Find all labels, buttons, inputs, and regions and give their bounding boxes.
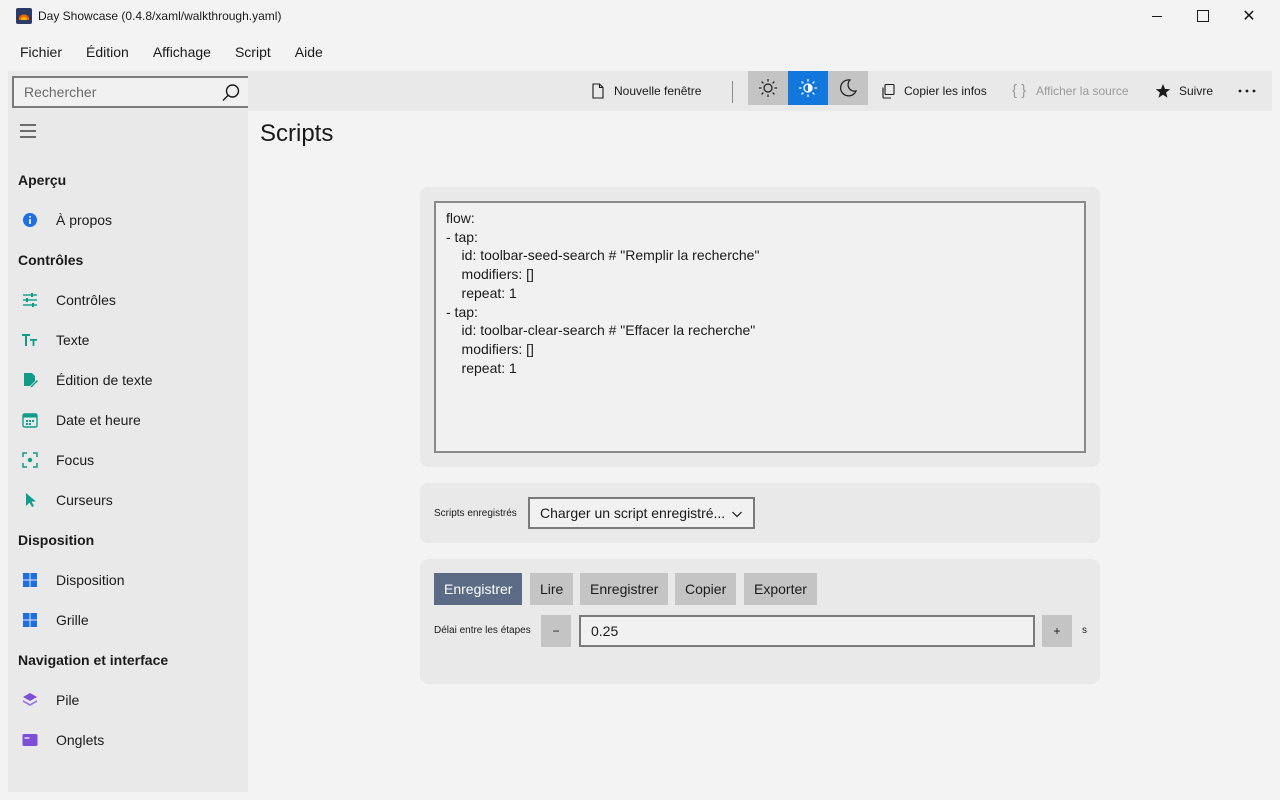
delay-unit-label: s (1082, 625, 1087, 636)
cursor-icon (26, 493, 36, 507)
export-button[interactable]: Exporter (744, 573, 817, 605)
saved-scripts-selected: Charger un script enregistré... (540, 505, 726, 521)
menu-bar: Fichier Édition Affichage Script Aide (0, 36, 335, 68)
play-button[interactable]: Lire (530, 573, 574, 605)
tabs-icon (22, 734, 38, 746)
star-icon (1155, 84, 1171, 98)
sidebar-item-label: Focus (56, 452, 95, 468)
nav-section-apercu: Aperçu (18, 172, 67, 188)
search-input[interactable] (14, 78, 214, 106)
show-source-button[interactable]: { } Afficher la source (1012, 71, 1129, 111)
brightness-auto-icon (799, 79, 817, 97)
sidebar-item-onglets[interactable]: Onglets (8, 724, 248, 756)
hamburger-menu-icon[interactable] (18, 121, 38, 141)
nav-section-navigation: Navigation et interface (18, 652, 169, 668)
page-title: Scripts (260, 120, 334, 147)
delay-decrement-button[interactable]: − (541, 615, 571, 647)
info-icon (23, 213, 37, 227)
menu-fichier[interactable]: Fichier (8, 36, 74, 68)
sun-icon (759, 79, 777, 97)
menu-script[interactable]: Script (223, 36, 283, 68)
sidebar-item-label: Texte (56, 332, 90, 348)
copy-icon (882, 83, 895, 99)
saved-scripts-dropdown[interactable]: Charger un script enregistré... (528, 497, 755, 529)
save-button[interactable]: Enregistrer (580, 573, 669, 605)
copy-button[interactable]: Copier (675, 573, 737, 605)
minimize-button[interactable] (1134, 0, 1180, 32)
close-button[interactable]: ✕ (1226, 0, 1272, 32)
theme-auto-button[interactable] (788, 71, 828, 105)
more-icon (1238, 89, 1256, 93)
sliders-icon (23, 293, 37, 307)
sidebar-item-label: Curseurs (56, 492, 113, 508)
delay-field (579, 615, 1035, 647)
menu-aide[interactable]: Aide (283, 36, 335, 68)
nav-section-disposition: Disposition (18, 532, 95, 548)
script-editor[interactable]: flow: - tap: id: toolbar-seed-search # "… (434, 201, 1086, 453)
delay-label: Délai entre les étapes (434, 625, 531, 636)
toolbar: Nouvelle fenêtre Copier les infos {} Af… (248, 71, 1272, 111)
code-braces-icon: { } (1012, 82, 1027, 99)
sidebar-item-label: Date et heure (56, 412, 141, 428)
sidebar: Aperçu À propos Contrôles Contrôles Text… (8, 71, 251, 792)
actions-card: Enregistrer Lire Enregistrer Copier Expo… (420, 559, 1100, 684)
chevron-down-icon (732, 511, 742, 518)
sidebar-item-curseurs[interactable]: Curseurs (8, 484, 248, 516)
theme-light-button[interactable] (748, 71, 788, 105)
sidebar-item-disposition[interactable]: Disposition (8, 564, 248, 596)
sidebar-item-label: Édition de texte (56, 372, 153, 388)
grid-icon (23, 613, 37, 627)
sidebar-item-controles[interactable]: Contrôles (8, 284, 248, 316)
layout-icon (23, 573, 37, 587)
sidebar-item-label: Grille (56, 612, 89, 628)
follow-label: Suivre (1179, 84, 1214, 98)
sidebar-item-pile[interactable]: Pile (8, 684, 248, 716)
sidebar-item-date-et-heure[interactable]: Date et heure (8, 404, 248, 436)
sidebar-item-label: Disposition (56, 572, 125, 588)
script-editor-card: flow: - tap: id: toolbar-seed-search # "… (420, 187, 1100, 467)
saved-scripts-card: Scripts enregistrés Charger un script en… (420, 483, 1100, 543)
follow-button[interactable]: Suivre (1155, 71, 1213, 111)
sidebar-item-texte[interactable]: Texte (8, 324, 248, 356)
delay-input[interactable] (581, 617, 1033, 645)
show-source-label: Afficher la source (1036, 84, 1129, 98)
sidebar-item-label: Onglets (56, 732, 105, 748)
nav-section-controles: Contrôles (18, 252, 84, 268)
sidebar-item-edition-de-texte[interactable]: Édition de texte (8, 364, 248, 396)
theme-dark-button[interactable] (828, 71, 868, 105)
menu-edition[interactable]: Édition (74, 36, 141, 68)
copy-info-label: Copier les infos (904, 84, 987, 98)
stack-icon (23, 693, 37, 706)
new-window-button[interactable]: Nouvelle fenêtre (590, 71, 701, 111)
menu-affichage[interactable]: Affichage (141, 36, 223, 68)
toolbar-separator (732, 81, 733, 103)
sidebar-item-label: Contrôles (56, 292, 116, 308)
search-icon[interactable] (221, 83, 241, 103)
sidebar-item-label: À propos (56, 212, 113, 228)
app-logo-icon (16, 8, 32, 24)
title-bar: Day Showcase (0.4.8/xaml/walkthrough.yam… (0, 0, 1280, 32)
search-box (12, 76, 251, 108)
record-button[interactable]: Enregistrer (434, 573, 523, 605)
new-window-label: Nouvelle fenêtre (614, 84, 702, 98)
more-options-button[interactable] (1238, 71, 1256, 111)
sidebar-item-a-propos[interactable]: À propos (8, 204, 248, 236)
maximize-button[interactable] (1180, 0, 1226, 32)
copy-info-button[interactable]: Copier les infos (880, 71, 987, 111)
sidebar-item-grille[interactable]: Grille (8, 604, 248, 636)
sidebar-item-focus[interactable]: Focus (8, 444, 248, 476)
window-title: Day Showcase (0.4.8/xaml/walkthrough.yam… (38, 9, 282, 23)
delay-increment-button[interactable]: + (1042, 615, 1072, 647)
edit-document-icon (24, 373, 38, 388)
calendar-icon (22, 413, 38, 428)
sidebar-item-label: Pile (56, 692, 80, 708)
focus-icon (22, 452, 38, 468)
text-icon (22, 334, 37, 346)
saved-scripts-label: Scripts enregistrés (434, 508, 517, 519)
new-document-icon (592, 83, 604, 99)
moon-icon (840, 79, 858, 97)
